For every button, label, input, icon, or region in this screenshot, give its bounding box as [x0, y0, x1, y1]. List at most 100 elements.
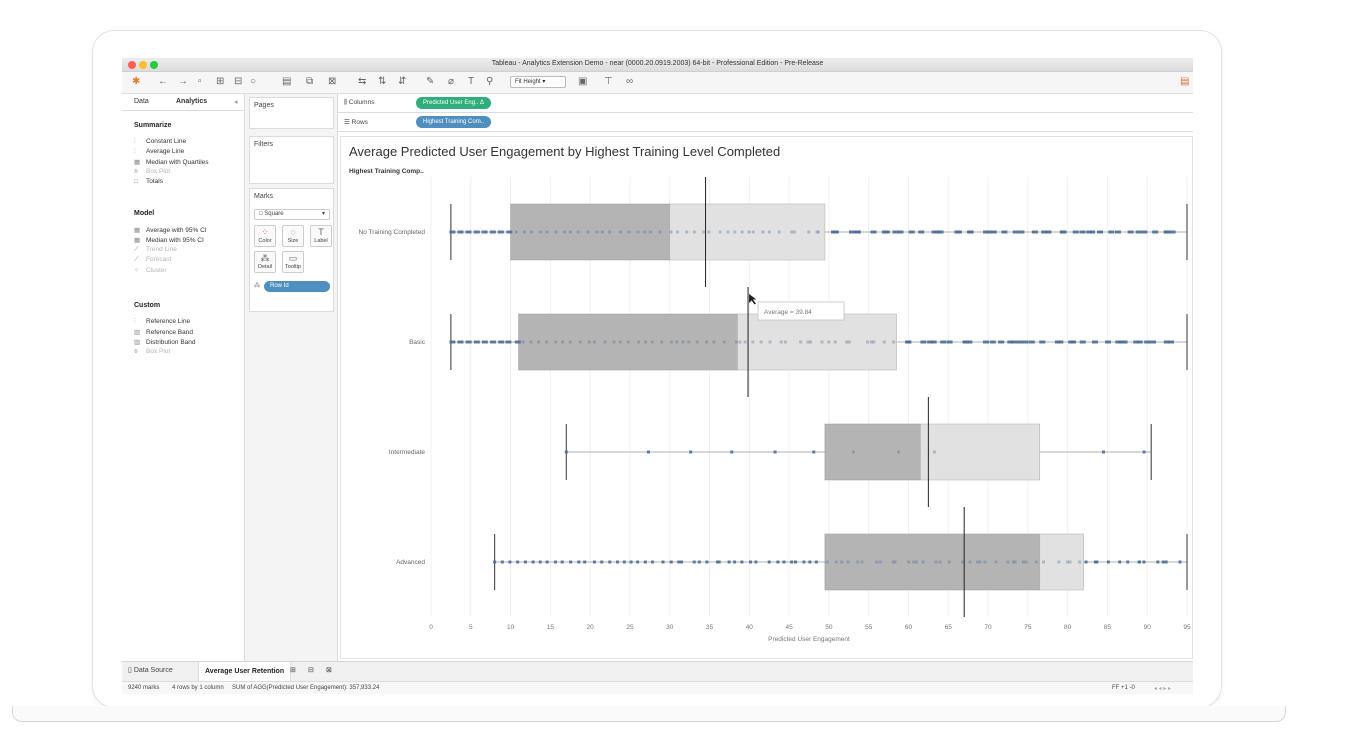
data-point-mark[interactable]: [761, 230, 765, 234]
data-point-mark[interactable]: [806, 340, 810, 344]
data-point-mark[interactable]: [799, 340, 803, 344]
data-point-mark[interactable]: [1137, 560, 1141, 564]
mark-type-dropdown[interactable]: □ Square ▾: [254, 209, 330, 220]
data-point-mark[interactable]: [1057, 560, 1061, 564]
data-point-mark[interactable]: [947, 560, 951, 564]
data-point-mark[interactable]: [892, 340, 896, 344]
data-point-mark[interactable]: [538, 560, 542, 564]
data-point-mark[interactable]: [733, 230, 737, 234]
data-point-mark[interactable]: [516, 560, 520, 564]
data-point-mark[interactable]: [759, 340, 763, 344]
data-point-mark[interactable]: [918, 230, 925, 234]
data-point-mark[interactable]: [833, 340, 837, 344]
data-point-mark[interactable]: [1057, 340, 1064, 344]
data-point-mark[interactable]: [608, 230, 612, 234]
data-point-mark[interactable]: [1010, 340, 1017, 344]
data-point-mark[interactable]: [626, 340, 630, 344]
data-point-mark[interactable]: [1161, 560, 1165, 564]
data-point-mark[interactable]: [1031, 230, 1038, 234]
data-point-mark[interactable]: [849, 230, 856, 234]
pages-card[interactable]: Pages: [249, 97, 334, 129]
data-point-mark[interactable]: [521, 340, 525, 344]
data-point-mark[interactable]: [1142, 560, 1146, 564]
data-point-mark[interactable]: [860, 560, 864, 564]
data-point-mark[interactable]: [816, 230, 820, 234]
data-point-mark[interactable]: [751, 340, 755, 344]
data-point-mark[interactable]: [1114, 230, 1121, 234]
data-point-mark[interactable]: [505, 340, 512, 344]
tab-analytics[interactable]: Analytics: [176, 98, 207, 105]
data-point-mark[interactable]: [1150, 340, 1157, 344]
pin-icon[interactable]: ⚲: [486, 75, 493, 89]
data-point-mark[interactable]: [493, 560, 497, 564]
data-point-mark[interactable]: [846, 560, 850, 564]
share-icon[interactable]: ∞: [626, 75, 633, 89]
filters-card[interactable]: Filters: [249, 136, 334, 184]
data-point-mark[interactable]: [563, 230, 567, 234]
tableau-logo-icon[interactable]: ✱: [132, 75, 140, 89]
data-point-mark[interactable]: [740, 230, 744, 234]
data-point-mark[interactable]: [912, 560, 916, 564]
box-lower[interactable]: [824, 423, 921, 481]
data-point-mark[interactable]: [669, 230, 673, 234]
new-story-icon[interactable]: ⊠: [326, 666, 332, 674]
data-point-mark[interactable]: [870, 230, 877, 234]
data-point-mark[interactable]: [930, 340, 937, 344]
show-me-icon[interactable]: ▤: [1180, 75, 1189, 89]
forward-icon[interactable]: →: [178, 75, 188, 89]
data-point-mark[interactable]: [712, 340, 716, 344]
data-point-mark[interactable]: [896, 450, 900, 454]
data-point-mark[interactable]: [792, 230, 796, 234]
clear-sheet-icon[interactable]: ⊠: [328, 75, 336, 89]
data-point-mark[interactable]: [718, 230, 722, 234]
data-point-mark[interactable]: [938, 560, 942, 564]
data-point-mark[interactable]: [847, 340, 851, 344]
data-point-mark[interactable]: [831, 230, 838, 234]
data-point-mark[interactable]: [932, 450, 936, 454]
data-point-mark[interactable]: [1079, 340, 1086, 344]
data-point-mark[interactable]: [600, 560, 604, 564]
detail-button[interactable]: ⁂ Detail: [254, 251, 276, 273]
data-point-mark[interactable]: [740, 560, 744, 564]
label-icon[interactable]: T: [468, 75, 474, 89]
page-nav-icon[interactable]: ◂ ◂ ▸ ▸: [1154, 685, 1171, 692]
data-point-mark[interactable]: [1013, 560, 1017, 564]
data-point-mark[interactable]: [1093, 560, 1097, 564]
data-point-mark[interactable]: [1078, 560, 1082, 564]
data-point-mark[interactable]: [473, 340, 480, 344]
data-point-mark[interactable]: [1045, 230, 1052, 234]
data-point-mark[interactable]: [564, 450, 568, 454]
data-point-mark[interactable]: [669, 340, 673, 344]
data-point-mark[interactable]: [883, 230, 890, 234]
data-point-mark[interactable]: [773, 450, 777, 454]
data-point-mark[interactable]: [661, 560, 665, 564]
data-point-mark[interactable]: [722, 340, 726, 344]
data-point-mark[interactable]: [1167, 340, 1174, 344]
data-point-mark[interactable]: [568, 340, 572, 344]
data-point-mark[interactable]: [825, 560, 829, 564]
box-plot-chart[interactable]: 0 5 10 15 20 25 30 35 40 45 50 55 60 65 70 75 80 85 90 95 Pr…: [341, 137, 1192, 658]
data-point-mark[interactable]: [968, 560, 972, 564]
data-point-mark[interactable]: [689, 450, 693, 454]
data-point-mark[interactable]: [940, 340, 947, 344]
data-point-mark[interactable]: [697, 560, 701, 564]
data-point-mark[interactable]: [983, 560, 987, 564]
show-labels-icon[interactable]: ▣: [578, 75, 587, 89]
data-point-mark[interactable]: [692, 230, 696, 234]
data-point-mark[interactable]: [960, 560, 964, 564]
data-point-mark[interactable]: [784, 340, 788, 344]
tab-data[interactable]: Data: [134, 98, 149, 105]
data-point-mark[interactable]: [675, 340, 679, 344]
data-point-mark[interactable]: [1001, 230, 1008, 234]
rows-shelf[interactable]: ☰ Rows Highest Training Com..: [338, 113, 1193, 132]
data-point-mark[interactable]: [636, 230, 640, 234]
data-point-mark[interactable]: [612, 340, 616, 344]
data-point-mark[interactable]: [531, 560, 535, 564]
data-point-mark[interactable]: [1084, 560, 1088, 564]
data-point-mark[interactable]: [820, 340, 824, 344]
data-point-mark[interactable]: [705, 340, 709, 344]
box-upper[interactable]: [920, 423, 1041, 481]
data-point-mark[interactable]: [983, 230, 990, 234]
data-point-mark[interactable]: [834, 560, 838, 564]
data-point-mark[interactable]: [685, 230, 689, 234]
